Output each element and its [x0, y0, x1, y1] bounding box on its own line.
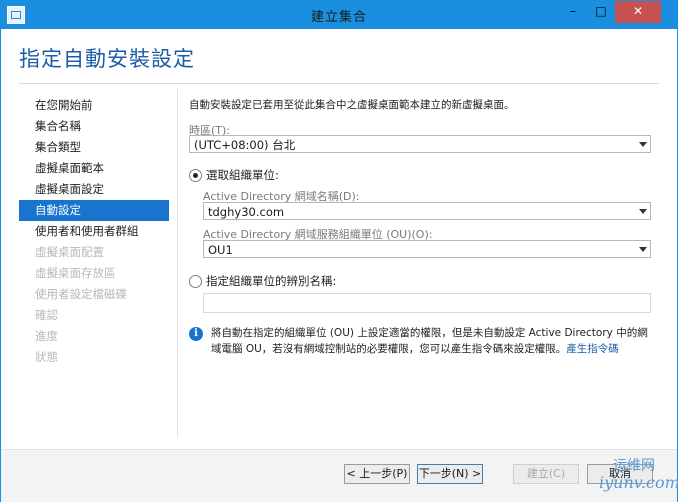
- watermark-logo: 运维网 iyunv.com: [591, 453, 678, 499]
- close-button[interactable]: ✕: [615, 1, 661, 23]
- nav-item[interactable]: 在您開始前: [19, 95, 169, 116]
- page-title: 指定自動安裝設定: [19, 47, 195, 71]
- distinguished-name-input[interactable]: [203, 293, 651, 313]
- ad-domain-value: tdghy30.com: [208, 205, 285, 219]
- distinguished-name-label: 指定組織單位的辨別名稱:: [206, 274, 337, 288]
- watermark-bottom-text: iyunv.com: [599, 473, 678, 492]
- nav-item: 虛擬桌面配置: [35, 245, 104, 259]
- description-text: 自動安裝設定已套用至從此集合中之虛擬桌面範本建立的新虛擬桌面。: [189, 99, 515, 111]
- ad-ou-value: OU1: [208, 243, 233, 257]
- chevron-down-icon: [638, 244, 648, 254]
- previous-button[interactable]: < 上一步(P): [344, 464, 410, 484]
- nav-item[interactable]: 自動設定: [19, 200, 169, 221]
- nav-item: 使用者設定檔磁碟: [35, 287, 127, 301]
- distinguished-name-radio[interactable]: [189, 275, 202, 288]
- nav-item: 狀態: [35, 350, 58, 364]
- timezone-dropdown[interactable]: (UTC+08:00) 台北: [189, 135, 651, 153]
- timezone-value: (UTC+08:00) 台北: [194, 138, 296, 152]
- nav-item[interactable]: 虛擬桌面設定: [19, 179, 169, 200]
- maximize-button[interactable]: □: [587, 1, 615, 23]
- info-icon: i: [189, 327, 203, 341]
- watermark-top-text: 运维网: [613, 458, 655, 474]
- create-button[interactable]: 建立(C): [513, 464, 579, 484]
- nav-item: 虛擬桌面存放區: [35, 266, 116, 280]
- nav-item[interactable]: 虛擬桌面範本: [19, 158, 169, 179]
- nav-item: 進度: [35, 329, 58, 343]
- generate-script-link[interactable]: 產生指令碼: [566, 343, 619, 355]
- nav-item[interactable]: 集合類型: [19, 137, 169, 158]
- title-bar[interactable]: 建立集合 – □ ✕: [1, 1, 677, 29]
- info-message: 將自動在指定的組織單位 (OU) 上設定適當的權限，但是未自動設定 Active…: [211, 325, 651, 357]
- nav-item[interactable]: 集合名稱: [19, 116, 169, 137]
- create-collection-window: 建立集合 – □ ✕ 指定自動安裝設定 在您開始前 集合名稱 集合類型 虛擬桌面範本虛…: [0, 0, 678, 502]
- select-ou-label: 選取組織單位:: [206, 168, 279, 182]
- header-divider: [19, 83, 659, 84]
- ad-ou-dropdown[interactable]: OU1: [203, 240, 651, 258]
- nav-item: 確認: [35, 308, 58, 322]
- minimize-button[interactable]: –: [559, 1, 587, 23]
- next-button[interactable]: 下一步(N) >: [417, 464, 483, 484]
- nav-item[interactable]: 使用者和使用者群組: [19, 221, 169, 242]
- ad-domain-dropdown[interactable]: tdghy30.com: [203, 202, 651, 220]
- wizard-navigation: 在您開始前 集合名稱 集合類型 虛擬桌面範本 虛擬桌面設定 自動設定 使用者和使用者群組虛擬…: [19, 95, 169, 368]
- nav-divider: [177, 89, 178, 437]
- select-ou-radio[interactable]: [189, 169, 202, 182]
- chevron-down-icon: [638, 139, 648, 149]
- chevron-down-icon: [638, 206, 648, 216]
